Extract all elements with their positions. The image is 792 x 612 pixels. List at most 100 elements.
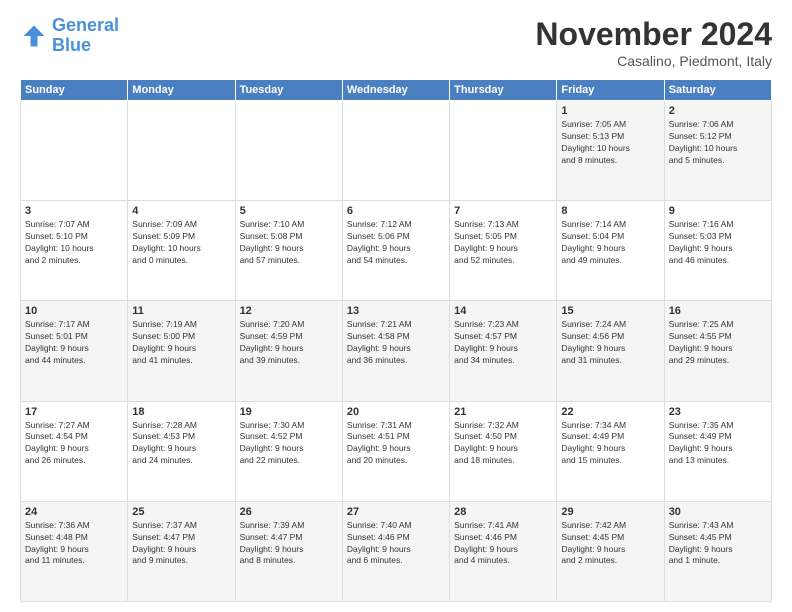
day-info: Sunrise: 7:39 AM Sunset: 4:47 PM Dayligh… bbox=[240, 520, 338, 568]
day-header-tuesday: Tuesday bbox=[235, 80, 342, 101]
day-number: 14 bbox=[454, 305, 552, 317]
day-number: 24 bbox=[25, 506, 123, 518]
calendar-cell: 13 Sunrise: 7:21 AM Sunset: 4:58 PM Dayli… bbox=[342, 301, 449, 401]
calendar-cell: 23 Sunrise: 7:35 AM Sunset: 4:49 PM Dayli… bbox=[664, 401, 771, 501]
calendar-header: SundayMondayTuesdayWednesdayThursdayFrid… bbox=[21, 80, 772, 101]
day-number: 17 bbox=[25, 406, 123, 418]
day-header-saturday: Saturday bbox=[664, 80, 771, 101]
day-info: Sunrise: 7:31 AM Sunset: 4:51 PM Dayligh… bbox=[347, 420, 445, 468]
day-info: Sunrise: 7:37 AM Sunset: 4:47 PM Dayligh… bbox=[132, 520, 230, 568]
day-info: Sunrise: 7:28 AM Sunset: 4:53 PM Dayligh… bbox=[132, 420, 230, 468]
day-info: Sunrise: 7:10 AM Sunset: 5:08 PM Dayligh… bbox=[240, 219, 338, 267]
logo-line2: Blue bbox=[52, 35, 91, 55]
calendar-cell: 6Sunrise: 7:12 AM Sunset: 5:06 PM Daylig… bbox=[342, 201, 449, 301]
calendar-cell: 12 Sunrise: 7:20 AM Sunset: 4:59 PM Dayli… bbox=[235, 301, 342, 401]
day-header-wednesday: Wednesday bbox=[342, 80, 449, 101]
day-number: 12 bbox=[240, 305, 338, 317]
calendar-cell: 20Sunrise: 7:31 AM Sunset: 4:51 PM Dayli… bbox=[342, 401, 449, 501]
calendar-cell: 22 Sunrise: 7:34 AM Sunset: 4:49 PM Dayli… bbox=[557, 401, 664, 501]
day-info: Sunrise: 7:32 AM Sunset: 4:50 PM Dayligh… bbox=[454, 420, 552, 468]
day-info: Sunrise: 7:40 AM Sunset: 4:46 PM Dayligh… bbox=[347, 520, 445, 568]
logo: General Blue bbox=[20, 16, 119, 56]
calendar-cell: 4 Sunrise: 7:09 AM Sunset: 5:09 PM Daylig… bbox=[128, 201, 235, 301]
day-header-sunday: Sunday bbox=[21, 80, 128, 101]
day-number: 4 bbox=[132, 205, 230, 217]
day-info: Sunrise: 7:21 AM Sunset: 4:58 PM Dayligh… bbox=[347, 319, 445, 367]
calendar-cell bbox=[128, 101, 235, 201]
day-info: Sunrise: 7:24 AM Sunset: 4:56 PM Dayligh… bbox=[561, 319, 659, 367]
week-row-2: 3 Sunrise: 7:07 AM Sunset: 5:10 PM Daylig… bbox=[21, 201, 772, 301]
day-number: 23 bbox=[669, 406, 767, 418]
day-number: 11 bbox=[132, 305, 230, 317]
day-number: 28 bbox=[454, 506, 552, 518]
day-number: 30 bbox=[669, 506, 767, 518]
day-info: Sunrise: 7:36 AM Sunset: 4:48 PM Dayligh… bbox=[25, 520, 123, 568]
week-row-5: 24 Sunrise: 7:36 AM Sunset: 4:48 PM Dayli… bbox=[21, 501, 772, 601]
day-number: 15 bbox=[561, 305, 659, 317]
calendar-cell: 8 Sunrise: 7:14 AM Sunset: 5:04 PM Daylig… bbox=[557, 201, 664, 301]
calendar-cell: 15 Sunrise: 7:24 AM Sunset: 4:56 PM Dayli… bbox=[557, 301, 664, 401]
week-row-3: 10Sunrise: 7:17 AM Sunset: 5:01 PM Dayli… bbox=[21, 301, 772, 401]
calendar-cell: 30 Sunrise: 7:43 AM Sunset: 4:45 PM Dayli… bbox=[664, 501, 771, 601]
calendar-cell bbox=[21, 101, 128, 201]
day-info: Sunrise: 7:20 AM Sunset: 4:59 PM Dayligh… bbox=[240, 319, 338, 367]
calendar-cell: 21 Sunrise: 7:32 AM Sunset: 4:50 PM Dayli… bbox=[450, 401, 557, 501]
day-number: 26 bbox=[240, 506, 338, 518]
day-info: Sunrise: 7:14 AM Sunset: 5:04 PM Dayligh… bbox=[561, 219, 659, 267]
day-number: 27 bbox=[347, 506, 445, 518]
day-info: Sunrise: 7:25 AM Sunset: 4:55 PM Dayligh… bbox=[669, 319, 767, 367]
header: General Blue November 2024 Casalino, Pie… bbox=[20, 16, 772, 69]
day-number: 1 bbox=[561, 105, 659, 117]
day-info: Sunrise: 7:13 AM Sunset: 5:05 PM Dayligh… bbox=[454, 219, 552, 267]
calendar-cell: 24 Sunrise: 7:36 AM Sunset: 4:48 PM Dayli… bbox=[21, 501, 128, 601]
calendar-cell: 26 Sunrise: 7:39 AM Sunset: 4:47 PM Dayli… bbox=[235, 501, 342, 601]
day-number: 13 bbox=[347, 305, 445, 317]
logo-line1: General bbox=[52, 15, 119, 35]
calendar-cell: 7 Sunrise: 7:13 AM Sunset: 5:05 PM Daylig… bbox=[450, 201, 557, 301]
day-number: 2 bbox=[669, 105, 767, 117]
day-info: Sunrise: 7:09 AM Sunset: 5:09 PM Dayligh… bbox=[132, 219, 230, 267]
calendar-cell bbox=[235, 101, 342, 201]
day-number: 22 bbox=[561, 406, 659, 418]
day-header-friday: Friday bbox=[557, 80, 664, 101]
calendar-cell: 18Sunrise: 7:28 AM Sunset: 4:53 PM Dayli… bbox=[128, 401, 235, 501]
day-number: 16 bbox=[669, 305, 767, 317]
day-number: 19 bbox=[240, 406, 338, 418]
calendar-cell: 11Sunrise: 7:19 AM Sunset: 5:00 PM Dayli… bbox=[128, 301, 235, 401]
day-info: Sunrise: 7:43 AM Sunset: 4:45 PM Dayligh… bbox=[669, 520, 767, 568]
day-number: 3 bbox=[25, 205, 123, 217]
day-number: 9 bbox=[669, 205, 767, 217]
day-number: 7 bbox=[454, 205, 552, 217]
header-row: SundayMondayTuesdayWednesdayThursdayFrid… bbox=[21, 80, 772, 101]
calendar-cell: 3 Sunrise: 7:07 AM Sunset: 5:10 PM Daylig… bbox=[21, 201, 128, 301]
week-row-4: 17Sunrise: 7:27 AM Sunset: 4:54 PM Dayli… bbox=[21, 401, 772, 501]
day-info: Sunrise: 7:42 AM Sunset: 4:45 PM Dayligh… bbox=[561, 520, 659, 568]
day-info: Sunrise: 7:06 AM Sunset: 5:12 PM Dayligh… bbox=[669, 119, 767, 167]
day-info: Sunrise: 7:07 AM Sunset: 5:10 PM Dayligh… bbox=[25, 219, 123, 267]
day-number: 8 bbox=[561, 205, 659, 217]
day-info: Sunrise: 7:05 AM Sunset: 5:13 PM Dayligh… bbox=[561, 119, 659, 167]
calendar: SundayMondayTuesdayWednesdayThursdayFrid… bbox=[20, 79, 772, 602]
calendar-cell: 25 Sunrise: 7:37 AM Sunset: 4:47 PM Dayli… bbox=[128, 501, 235, 601]
calendar-cell: 1 Sunrise: 7:05 AM Sunset: 5:13 PM Daylig… bbox=[557, 101, 664, 201]
logo-icon bbox=[20, 22, 48, 50]
calendar-cell: 14 Sunrise: 7:23 AM Sunset: 4:57 PM Dayli… bbox=[450, 301, 557, 401]
day-info: Sunrise: 7:17 AM Sunset: 5:01 PM Dayligh… bbox=[25, 319, 123, 367]
day-info: Sunrise: 7:30 AM Sunset: 4:52 PM Dayligh… bbox=[240, 420, 338, 468]
day-info: Sunrise: 7:35 AM Sunset: 4:49 PM Dayligh… bbox=[669, 420, 767, 468]
day-number: 25 bbox=[132, 506, 230, 518]
calendar-cell: 2 Sunrise: 7:06 AM Sunset: 5:12 PM Daylig… bbox=[664, 101, 771, 201]
calendar-cell bbox=[450, 101, 557, 201]
day-info: Sunrise: 7:34 AM Sunset: 4:49 PM Dayligh… bbox=[561, 420, 659, 468]
logo-text: General Blue bbox=[52, 16, 119, 56]
calendar-cell: 10Sunrise: 7:17 AM Sunset: 5:01 PM Dayli… bbox=[21, 301, 128, 401]
calendar-cell: 19 Sunrise: 7:30 AM Sunset: 4:52 PM Dayli… bbox=[235, 401, 342, 501]
calendar-cell: 17Sunrise: 7:27 AM Sunset: 4:54 PM Dayli… bbox=[21, 401, 128, 501]
day-info: Sunrise: 7:23 AM Sunset: 4:57 PM Dayligh… bbox=[454, 319, 552, 367]
calendar-cell: 27 Sunrise: 7:40 AM Sunset: 4:46 PM Dayli… bbox=[342, 501, 449, 601]
calendar-cell: 29Sunrise: 7:42 AM Sunset: 4:45 PM Dayli… bbox=[557, 501, 664, 601]
day-header-thursday: Thursday bbox=[450, 80, 557, 101]
title-block: November 2024 Casalino, Piedmont, Italy bbox=[535, 16, 772, 69]
day-number: 21 bbox=[454, 406, 552, 418]
day-info: Sunrise: 7:16 AM Sunset: 5:03 PM Dayligh… bbox=[669, 219, 767, 267]
